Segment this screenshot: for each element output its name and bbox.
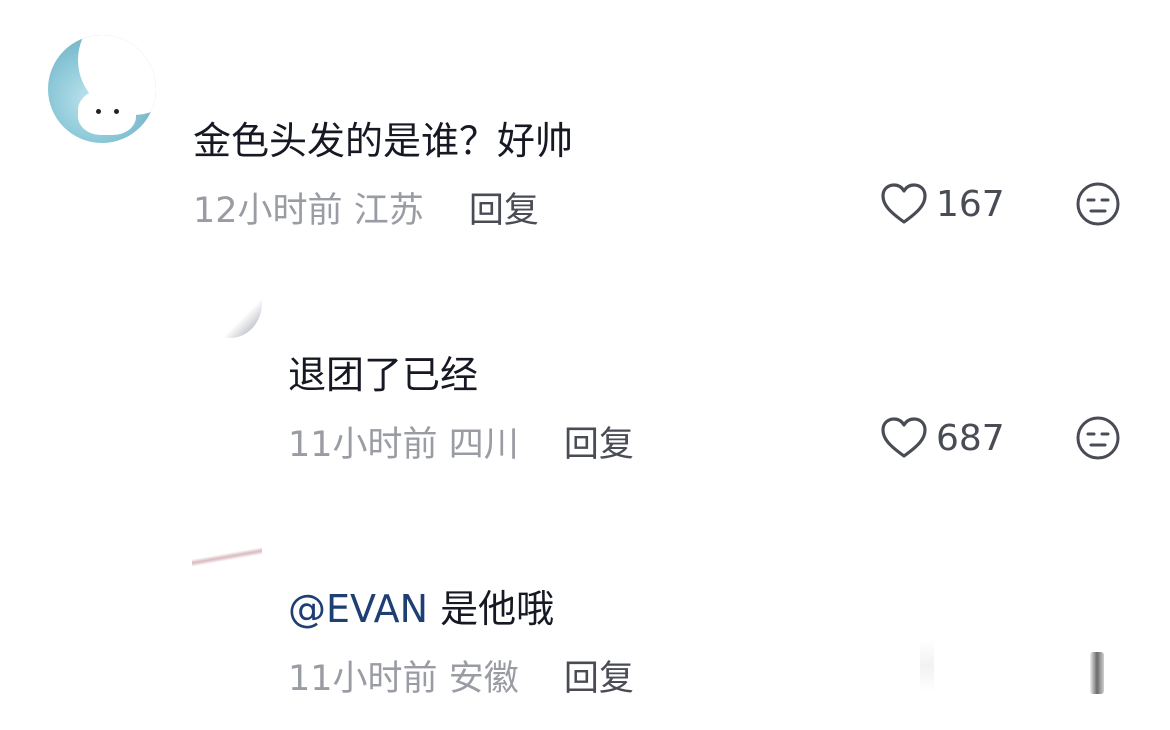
user-avatar[interactable] [198,268,262,338]
like-button[interactable]: 687 [880,416,1005,460]
comment-body: 是他哦 [440,587,555,631]
reply-button[interactable]: 回复 [564,425,634,465]
comment-text: 退团了已经 [288,353,479,397]
fade-overlay [920,640,934,692]
like-count: 687 [936,417,1005,459]
comment-location: 四川 [448,425,519,465]
comment-time: 12小时前 [193,191,343,231]
mention-link[interactable]: @EVAN [288,587,428,631]
comment-text: @EVAN 是他哦 [288,578,554,633]
comment-text: 金色头发的是谁？好帅 [193,119,574,163]
comment-location: 江苏 [353,191,424,231]
heart-outline-icon [881,183,927,224]
comment-meta: 11小时前 安徽 回复 [288,650,634,701]
user-avatar[interactable] [48,35,156,143]
like-count: 167 [936,183,1005,225]
comment-location: 安徽 [448,659,519,699]
like-button[interactable]: 167 [880,182,1005,226]
heart-outline-icon [881,417,927,458]
neutral-face-icon[interactable] [1075,181,1121,227]
reply-button[interactable]: 回复 [469,191,539,231]
user-avatar[interactable] [192,542,262,568]
comment-time: 11小时前 [288,425,438,465]
comment-meta: 11小时前 四川 回复 [288,416,634,467]
scrollbar[interactable] [1090,652,1104,694]
neutral-face-icon[interactable] [1075,415,1121,461]
comment-time: 11小时前 [288,659,438,699]
cat-avatar-icon [78,89,136,135]
reply-button[interactable]: 回复 [564,659,634,699]
comment-meta: 12小时前 江苏 回复 [193,182,539,233]
